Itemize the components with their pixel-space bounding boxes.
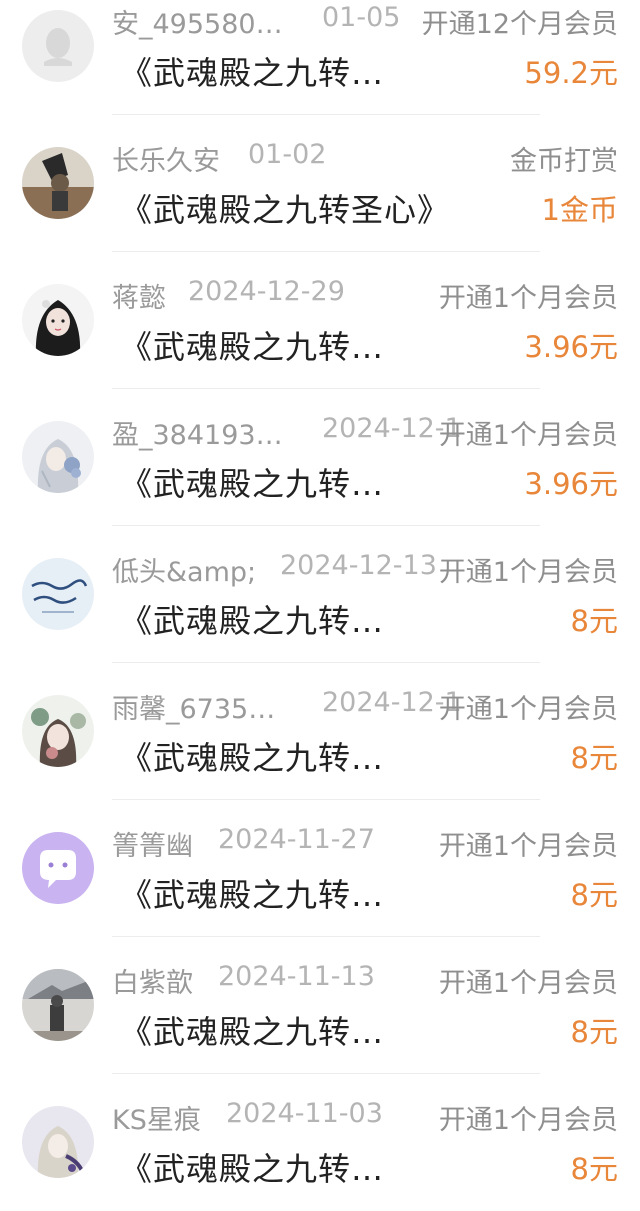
list-item[interactable]: 箐箐幽 2024-11-27 开通1个月会员 《武魂殿之九转… 8元 xyxy=(0,800,640,937)
book-title: 《武魂殿之九转圣心》 xyxy=(120,191,451,229)
book-title: 《武魂殿之九转… xyxy=(120,328,385,366)
record-amount: 3.96元 xyxy=(524,330,618,364)
user-name[interactable]: 长乐久安 xyxy=(112,139,220,178)
record-amount: 3.96元 xyxy=(524,467,618,501)
user-name[interactable]: 安_495580… xyxy=(112,2,283,41)
record-amount: 8元 xyxy=(570,1152,618,1186)
list-item[interactable]: 长乐久安 01-02 金币打赏 《武魂殿之九转圣心》 1金币 xyxy=(0,115,640,252)
user-photo-icon[interactable] xyxy=(22,969,94,1041)
record-date: 01-02 xyxy=(248,139,327,170)
record-amount: 1金币 xyxy=(541,193,618,227)
record-action: 开通1个月会员 xyxy=(438,831,618,862)
user-name[interactable]: 白紫歆 xyxy=(112,961,193,1000)
record-action: 开通1个月会员 xyxy=(438,968,618,999)
book-title: 《武魂殿之九转… xyxy=(120,54,385,92)
record-action: 开通1个月会员 xyxy=(438,557,618,588)
user-name[interactable]: 蒋懿 xyxy=(112,276,166,315)
list-item[interactable]: KS星痕 2024-11-03 开通1个月会员 《武魂殿之九转… 8元 xyxy=(0,1074,640,1211)
record-action: 开通1个月会员 xyxy=(438,1105,618,1136)
list-item[interactable]: 盈_384193… 2024-12-1 开通1个月会员 《武魂殿之九转… 3.9… xyxy=(0,389,640,526)
user-photo-icon[interactable] xyxy=(22,147,94,219)
record-date: 2024-11-27 xyxy=(218,824,375,855)
list-item[interactable]: 雨馨_6735… 2024-12-1 开通1个月会员 《武魂殿之九转… 8元 xyxy=(0,663,640,800)
record-date: 2024-11-03 xyxy=(226,1098,383,1129)
record-action: 开通1个月会员 xyxy=(438,694,618,725)
record-amount: 59.2元 xyxy=(524,56,618,90)
record-date: 2024-12-13 xyxy=(280,550,437,581)
user-photo-icon[interactable] xyxy=(22,558,94,630)
list-item[interactable]: 低头&amp; 2024-12-13 开通1个月会员 《武魂殿之九转… 8元 xyxy=(0,526,640,663)
reward-record-list: 安_495580… 01-05 开通12个月会员 《武魂殿之九转… 59.2元 … xyxy=(0,0,640,1211)
record-amount: 8元 xyxy=(570,1015,618,1049)
user-photo-icon[interactable] xyxy=(22,421,94,493)
user-photo-icon[interactable] xyxy=(22,695,94,767)
list-item[interactable]: 蒋懿 2024-12-29 开通1个月会员 《武魂殿之九转… 3.96元 xyxy=(0,252,640,389)
record-date: 2024-11-13 xyxy=(218,961,375,992)
user-name[interactable]: 盈_384193… xyxy=(112,413,283,452)
book-title: 《武魂殿之九转… xyxy=(120,876,385,914)
default-user-icon[interactable] xyxy=(22,10,94,82)
book-title: 《武魂殿之九转… xyxy=(120,1013,385,1051)
book-title: 《武魂殿之九转… xyxy=(120,1150,385,1188)
list-item[interactable]: 白紫歆 2024-11-13 开通1个月会员 《武魂殿之九转… 8元 xyxy=(0,937,640,1074)
user-name[interactable]: 雨馨_6735… xyxy=(112,687,275,726)
record-amount: 8元 xyxy=(570,878,618,912)
book-title: 《武魂殿之九转… xyxy=(120,602,385,640)
record-date: 2024-12-29 xyxy=(188,276,345,307)
record-action: 开通12个月会员 xyxy=(421,9,618,40)
record-date: 01-05 xyxy=(322,2,401,33)
record-action: 开通1个月会员 xyxy=(438,283,618,314)
book-title: 《武魂殿之九转… xyxy=(120,739,385,777)
record-action: 开通1个月会员 xyxy=(438,420,618,451)
user-name[interactable]: 低头&amp; xyxy=(112,550,256,589)
record-amount: 8元 xyxy=(570,741,618,775)
user-photo-icon[interactable] xyxy=(22,1106,94,1178)
user-name[interactable]: KS星痕 xyxy=(112,1098,201,1137)
chat-bubble-avatar-icon[interactable] xyxy=(22,832,94,904)
record-action: 金币打赏 xyxy=(510,146,618,177)
record-amount: 8元 xyxy=(570,604,618,638)
user-photo-icon[interactable] xyxy=(22,284,94,356)
list-item[interactable]: 安_495580… 01-05 开通12个月会员 《武魂殿之九转… 59.2元 xyxy=(0,0,640,115)
book-title: 《武魂殿之九转… xyxy=(120,465,385,503)
user-name[interactable]: 箐箐幽 xyxy=(112,824,193,863)
